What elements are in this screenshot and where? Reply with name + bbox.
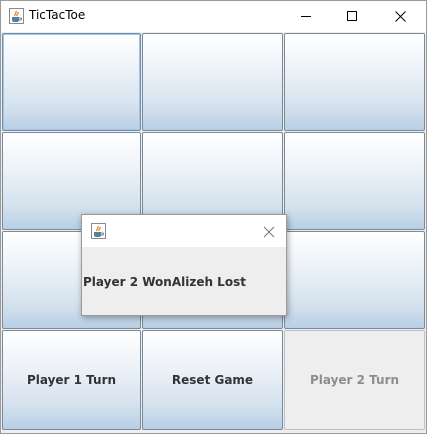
dialog-title-bar[interactable] <box>82 215 286 247</box>
player2-turn-button[interactable]: Player 2 Turn <box>284 330 425 430</box>
dialog-close-icon[interactable] <box>262 224 276 238</box>
minimize-icon <box>301 11 311 21</box>
board-cell-1[interactable] <box>2 33 141 131</box>
close-button[interactable] <box>377 1 423 31</box>
java-cup-icon <box>9 8 24 24</box>
maximize-icon <box>347 11 357 21</box>
board-cell-2[interactable] <box>142 33 283 131</box>
player1-turn-button[interactable]: Player 1 Turn <box>2 330 141 430</box>
window-title: TicTacToe <box>29 8 86 22</box>
board-cell-9[interactable] <box>284 231 425 329</box>
close-icon <box>394 10 406 22</box>
minimize-button[interactable] <box>283 1 329 31</box>
message-dialog: Player 2 WonAlizeh Lost <box>81 214 287 316</box>
board-cell-6[interactable] <box>284 132 425 230</box>
reset-game-button[interactable]: Reset Game <box>142 330 283 430</box>
java-cup-icon <box>91 223 106 239</box>
dialog-message: Player 2 WonAlizeh Lost <box>83 275 246 289</box>
maximize-button[interactable] <box>329 1 375 31</box>
board-cell-3[interactable] <box>284 33 425 131</box>
title-bar[interactable]: TicTacToe <box>1 1 426 32</box>
